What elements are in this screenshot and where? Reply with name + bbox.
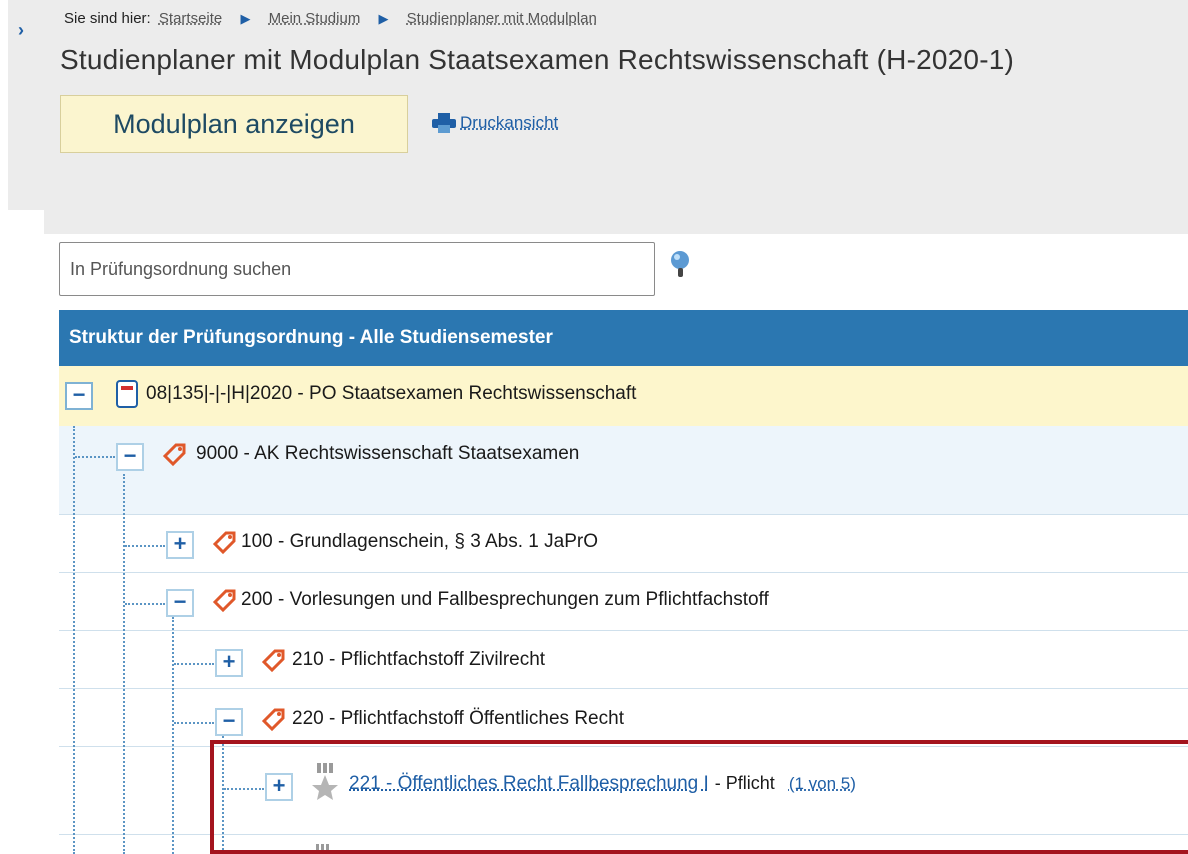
chevron-right-icon: ▶ — [378, 11, 389, 26]
tree-row-200: − 200 - Vorlesungen und Fallbesprechunge… — [59, 572, 1188, 631]
tag-icon — [261, 649, 285, 673]
tree-connector — [172, 617, 174, 854]
expand-sidebar-chevron-icon[interactable]: › — [9, 18, 33, 42]
breadcrumb-studienplaner[interactable]: Studienplaner mit Modulplan — [407, 10, 597, 27]
print-view-link[interactable]: Druckansicht — [432, 113, 558, 133]
tag-icon — [212, 589, 236, 613]
collapse-toggle[interactable]: − — [65, 382, 93, 410]
tree-connector — [125, 545, 165, 547]
tree-row-label[interactable]: 200 - Vorlesungen und Fallbesprechungen … — [241, 589, 769, 611]
tag-icon — [261, 708, 285, 732]
tree-row-label[interactable]: 100 - Grundlagenschein, § 3 Abs. 1 JaPrO — [241, 531, 598, 553]
tree-row-210: + 210 - Pflichtfachstoff Zivilrecht — [59, 630, 1188, 689]
tag-icon — [162, 443, 186, 467]
tree-row-label[interactable]: 08|135|-|-|H|2020 - PO Staatsexamen Rech… — [146, 383, 636, 405]
tree-row-label[interactable]: 210 - Pflichtfachstoff Zivilrecht — [292, 649, 545, 671]
tree-header: Struktur der Prüfungsordnung - Alle Stud… — [59, 310, 1188, 366]
tab-modulplan-anzeigen[interactable]: Modulplan anzeigen — [60, 95, 408, 153]
breadcrumb-startseite[interactable]: Startseite — [159, 10, 222, 27]
collapse-toggle[interactable]: − — [215, 708, 243, 736]
search-icon[interactable] — [666, 248, 696, 278]
expand-toggle[interactable]: + — [166, 531, 194, 559]
tree-connector — [123, 474, 125, 854]
page-title: Studienplaner mit Modulplan Staatsexamen… — [60, 44, 1015, 75]
tree-connector — [174, 722, 214, 724]
expand-toggle[interactable]: + — [215, 649, 243, 677]
printer-icon — [432, 113, 456, 133]
tree-connector — [174, 663, 214, 665]
highlight-annotation — [210, 740, 1188, 854]
breadcrumb-mein-studium[interactable]: Mein Studium — [269, 10, 361, 27]
chevron-right-icon: ▶ — [240, 11, 251, 26]
tree-row-220: − 220 - Pflichtfachstoff Öffentliches Re… — [59, 688, 1188, 747]
collapse-toggle[interactable]: − — [166, 589, 194, 617]
tree-row-9000: − 9000 - AK Rechtswissenschaft Staatsexa… — [59, 426, 1188, 515]
tree-connector — [125, 603, 165, 605]
print-view-label: Druckansicht — [460, 113, 559, 132]
tag-icon — [212, 531, 236, 555]
breadcrumb-prefix: Sie sind hier: — [64, 10, 151, 27]
tree-row-label[interactable]: 220 - Pflichtfachstoff Öffentliches Rech… — [292, 708, 624, 730]
tree-row-root: − 08|135|-|-|H|2020 - PO Staatsexamen Re… — [59, 366, 1188, 426]
tree-connector — [73, 426, 75, 854]
tree-row-100: + 100 - Grundlagenschein, § 3 Abs. 1 JaP… — [59, 514, 1188, 573]
tree-row-label[interactable]: 9000 - AK Rechtswissenschaft Staatsexame… — [196, 443, 579, 465]
collapse-toggle[interactable]: − — [116, 443, 144, 471]
breadcrumb: Sie sind hier: Startseite ▶ Mein Studium… — [64, 10, 601, 27]
search-input[interactable] — [59, 242, 655, 296]
document-icon — [116, 380, 138, 408]
tree-connector — [75, 456, 115, 458]
